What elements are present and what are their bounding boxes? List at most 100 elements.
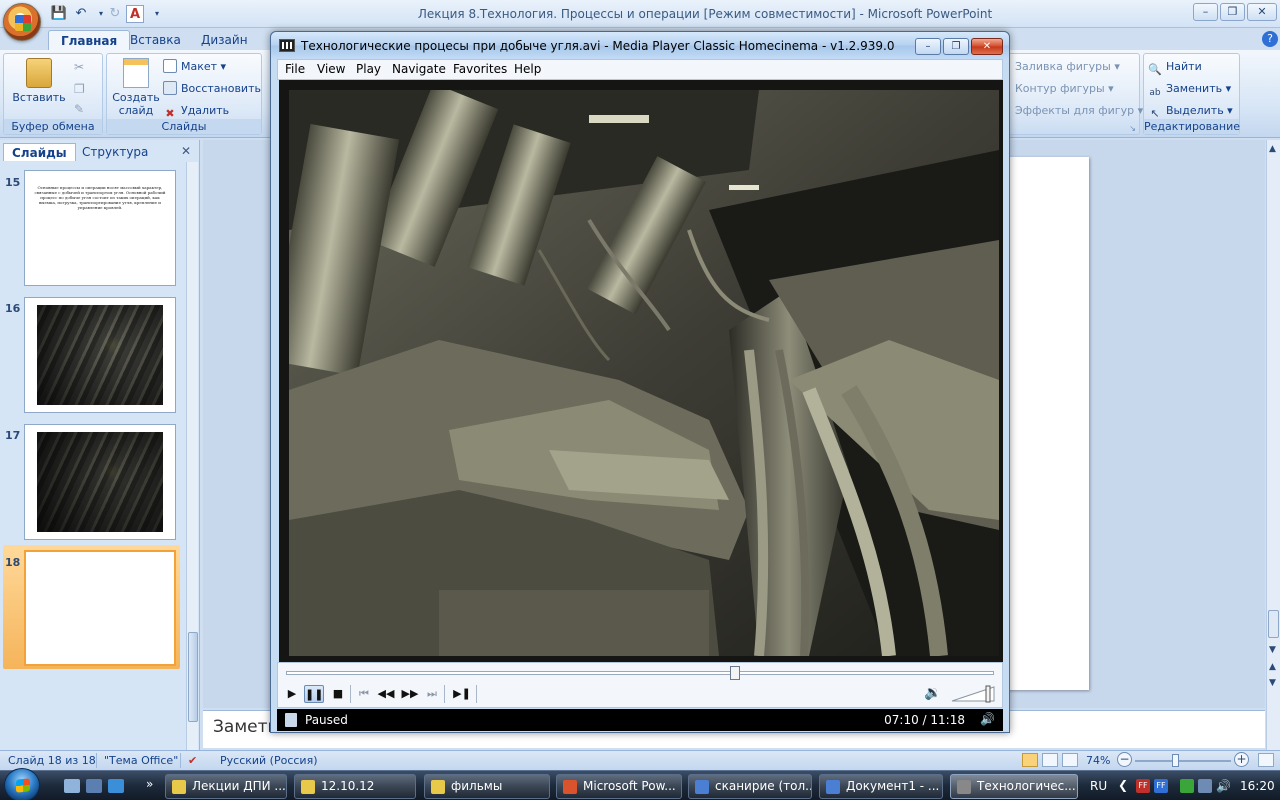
ppt-minimize-button[interactable]: – <box>1193 3 1218 21</box>
switch-windows-icon[interactable] <box>86 779 102 793</box>
volume-slider[interactable] <box>950 685 996 703</box>
mpc-titlebar[interactable]: Технологические процесы при добыче угля.… <box>271 32 1009 59</box>
taskbar-item[interactable]: Документ1 - ... <box>819 774 943 799</box>
seek-bar[interactable] <box>286 666 994 680</box>
new-slide-button[interactable]: Создать слайд <box>109 58 163 117</box>
rewind-icon[interactable]: ◀◀ <box>376 685 396 703</box>
menu-favorites[interactable]: Favorites <box>453 62 507 76</box>
slide-thumbnail-18[interactable] <box>24 550 176 666</box>
pane-tab-outline[interactable]: Структура <box>74 143 156 161</box>
reset-button[interactable]: Восстановить <box>163 80 261 98</box>
scroll-up-icon[interactable]: ▲ <box>1269 144 1276 154</box>
mpc-minimize-button[interactable]: – <box>915 38 941 55</box>
close-icon[interactable]: ✕ <box>181 144 191 158</box>
menu-navigate[interactable]: Navigate <box>392 62 446 76</box>
tray-app-icon[interactable]: FF <box>1136 779 1150 793</box>
slide-thumbnail-16[interactable] <box>24 297 176 413</box>
tab-design[interactable]: Дизайн <box>189 30 260 50</box>
taskbar-item[interactable]: Технологичес... <box>950 774 1078 799</box>
taskbar-item[interactable]: 12.10.12 <box>294 774 416 799</box>
zoom-out-button[interactable]: − <box>1117 752 1132 767</box>
shape-outline-button[interactable]: Контур фигуры ▾ <box>1015 80 1114 98</box>
prev-slide-icon[interactable]: ▲ <box>1269 662 1276 672</box>
skip-forward-icon[interactable]: ⏭ <box>422 685 442 703</box>
stop-icon[interactable]: ■ <box>328 685 348 703</box>
volume-thumb[interactable] <box>985 685 991 703</box>
shape-effects-button[interactable]: Эффекты для фигур ▾ <box>1015 102 1143 120</box>
tray-flag-icon[interactable] <box>1180 779 1194 793</box>
fast-forward-icon[interactable]: ▶▶ <box>400 685 420 703</box>
speaker-icon[interactable]: 🔉 <box>924 685 941 701</box>
cut-icon[interactable]: ✂ <box>74 60 84 74</box>
play-icon[interactable]: ▶ <box>282 685 302 703</box>
redo-icon[interactable]: ↻ <box>106 5 124 23</box>
scrollbar-thumb[interactable] <box>188 632 198 722</box>
undo-icon[interactable]: ↶ <box>72 5 90 23</box>
show-desktop-icon[interactable] <box>64 779 80 793</box>
taskbar-item[interactable]: фильмы <box>424 774 550 799</box>
skip-back-icon[interactable]: ⏮ <box>354 685 374 703</box>
qat-customize-icon[interactable]: ▾ <box>148 5 166 23</box>
shape-fill-button[interactable]: Заливка фигуры ▾ <box>1015 58 1120 76</box>
slides-pane-scrollbar[interactable] <box>186 162 198 750</box>
spellcheck-icon[interactable]: ✔ <box>188 754 197 767</box>
layout-button[interactable]: Макет ▾ <box>163 58 226 76</box>
pane-tab-slides[interactable]: Слайды <box>3 143 76 161</box>
taskbar-item[interactable]: Лекции ДПИ ... <box>165 774 287 799</box>
slide-sorter-button[interactable] <box>1042 753 1058 767</box>
slideshow-button[interactable] <box>1062 753 1078 767</box>
menu-help[interactable]: Help <box>514 62 541 76</box>
menu-play[interactable]: Play <box>356 62 381 76</box>
video-frame[interactable] <box>279 80 1003 662</box>
menu-view[interactable]: View <box>317 62 345 76</box>
replace-button[interactable]: ab Заменить ▾ <box>1148 80 1231 98</box>
delete-button[interactable]: ✖ Удалить <box>163 102 229 120</box>
scroll-down-icon[interactable]: ▼ <box>1269 645 1276 655</box>
tray-app-icon[interactable]: FF <box>1154 779 1168 793</box>
shape-effects-label: Эффекты для фигур <box>1015 104 1135 117</box>
tab-insert[interactable]: Вставка <box>118 30 193 50</box>
zoom-slider[interactable] <box>1135 754 1231 767</box>
browser-icon[interactable] <box>108 779 124 793</box>
next-slide-icon[interactable]: ▼ <box>1269 678 1276 688</box>
format-painter-icon[interactable]: ✎ <box>74 102 84 116</box>
tray-expand-icon[interactable]: ❮ <box>1118 778 1128 792</box>
office-button[interactable] <box>3 3 41 41</box>
ppt-close-button[interactable]: ✕ <box>1247 3 1277 21</box>
font-color-icon[interactable]: A <box>126 5 144 23</box>
help-icon[interactable]: ? <box>1262 31 1278 47</box>
menu-file[interactable]: File <box>285 62 305 76</box>
fit-to-window-button[interactable] <box>1258 753 1274 767</box>
copy-icon[interactable]: ❐ <box>74 82 85 96</box>
zoom-level[interactable]: 74% <box>1086 754 1110 767</box>
network-icon[interactable] <box>1198 779 1212 793</box>
paste-button[interactable]: Вставить <box>12 58 66 104</box>
slide-thumbnail-17[interactable] <box>24 424 176 540</box>
drawing-launcher-icon[interactable]: ↘ <box>1129 124 1136 133</box>
seek-thumb[interactable] <box>730 666 740 680</box>
start-button[interactable] <box>4 768 40 800</box>
zoom-in-button[interactable]: + <box>1234 752 1249 767</box>
select-button[interactable]: ↖ Выделить ▾ <box>1148 102 1232 120</box>
audio-icon[interactable]: 🔊 <box>980 712 995 726</box>
main-scrollbar[interactable]: ▲ ▼ ▲ ▼ <box>1266 140 1280 750</box>
taskbar-item[interactable]: сканирие (тол... <box>688 774 812 799</box>
input-language[interactable]: RU <box>1090 779 1107 793</box>
mpc-window-title: Технологические процесы при добыче угля.… <box>301 39 895 53</box>
scrollbar-thumb[interactable] <box>1268 610 1279 638</box>
find-button[interactable]: 🔍 Найти <box>1148 58 1202 76</box>
frame-step-icon[interactable]: ▶❚ <box>452 685 472 703</box>
volume-icon[interactable]: 🔊 <box>1216 779 1231 793</box>
mpc-close-button[interactable]: ✕ <box>971 38 1003 55</box>
normal-view-button[interactable] <box>1022 753 1038 767</box>
taskbar-item[interactable]: Microsoft Pow... <box>556 774 682 799</box>
save-icon[interactable]: 💾 <box>50 5 68 23</box>
ppt-maximize-button[interactable]: ❐ <box>1220 3 1245 21</box>
mpc-maximize-button[interactable]: ❐ <box>943 38 969 55</box>
language-status[interactable]: Русский (Россия) <box>220 754 318 767</box>
quicklaunch-more-icon[interactable]: » <box>146 777 153 791</box>
clock[interactable]: 16:20 <box>1240 779 1275 793</box>
zoom-slider-thumb[interactable] <box>1172 754 1179 767</box>
slide-thumbnail-15[interactable]: Основные процессы и операции носят массо… <box>24 170 176 286</box>
pause-icon[interactable]: ❚❚ <box>304 685 324 703</box>
